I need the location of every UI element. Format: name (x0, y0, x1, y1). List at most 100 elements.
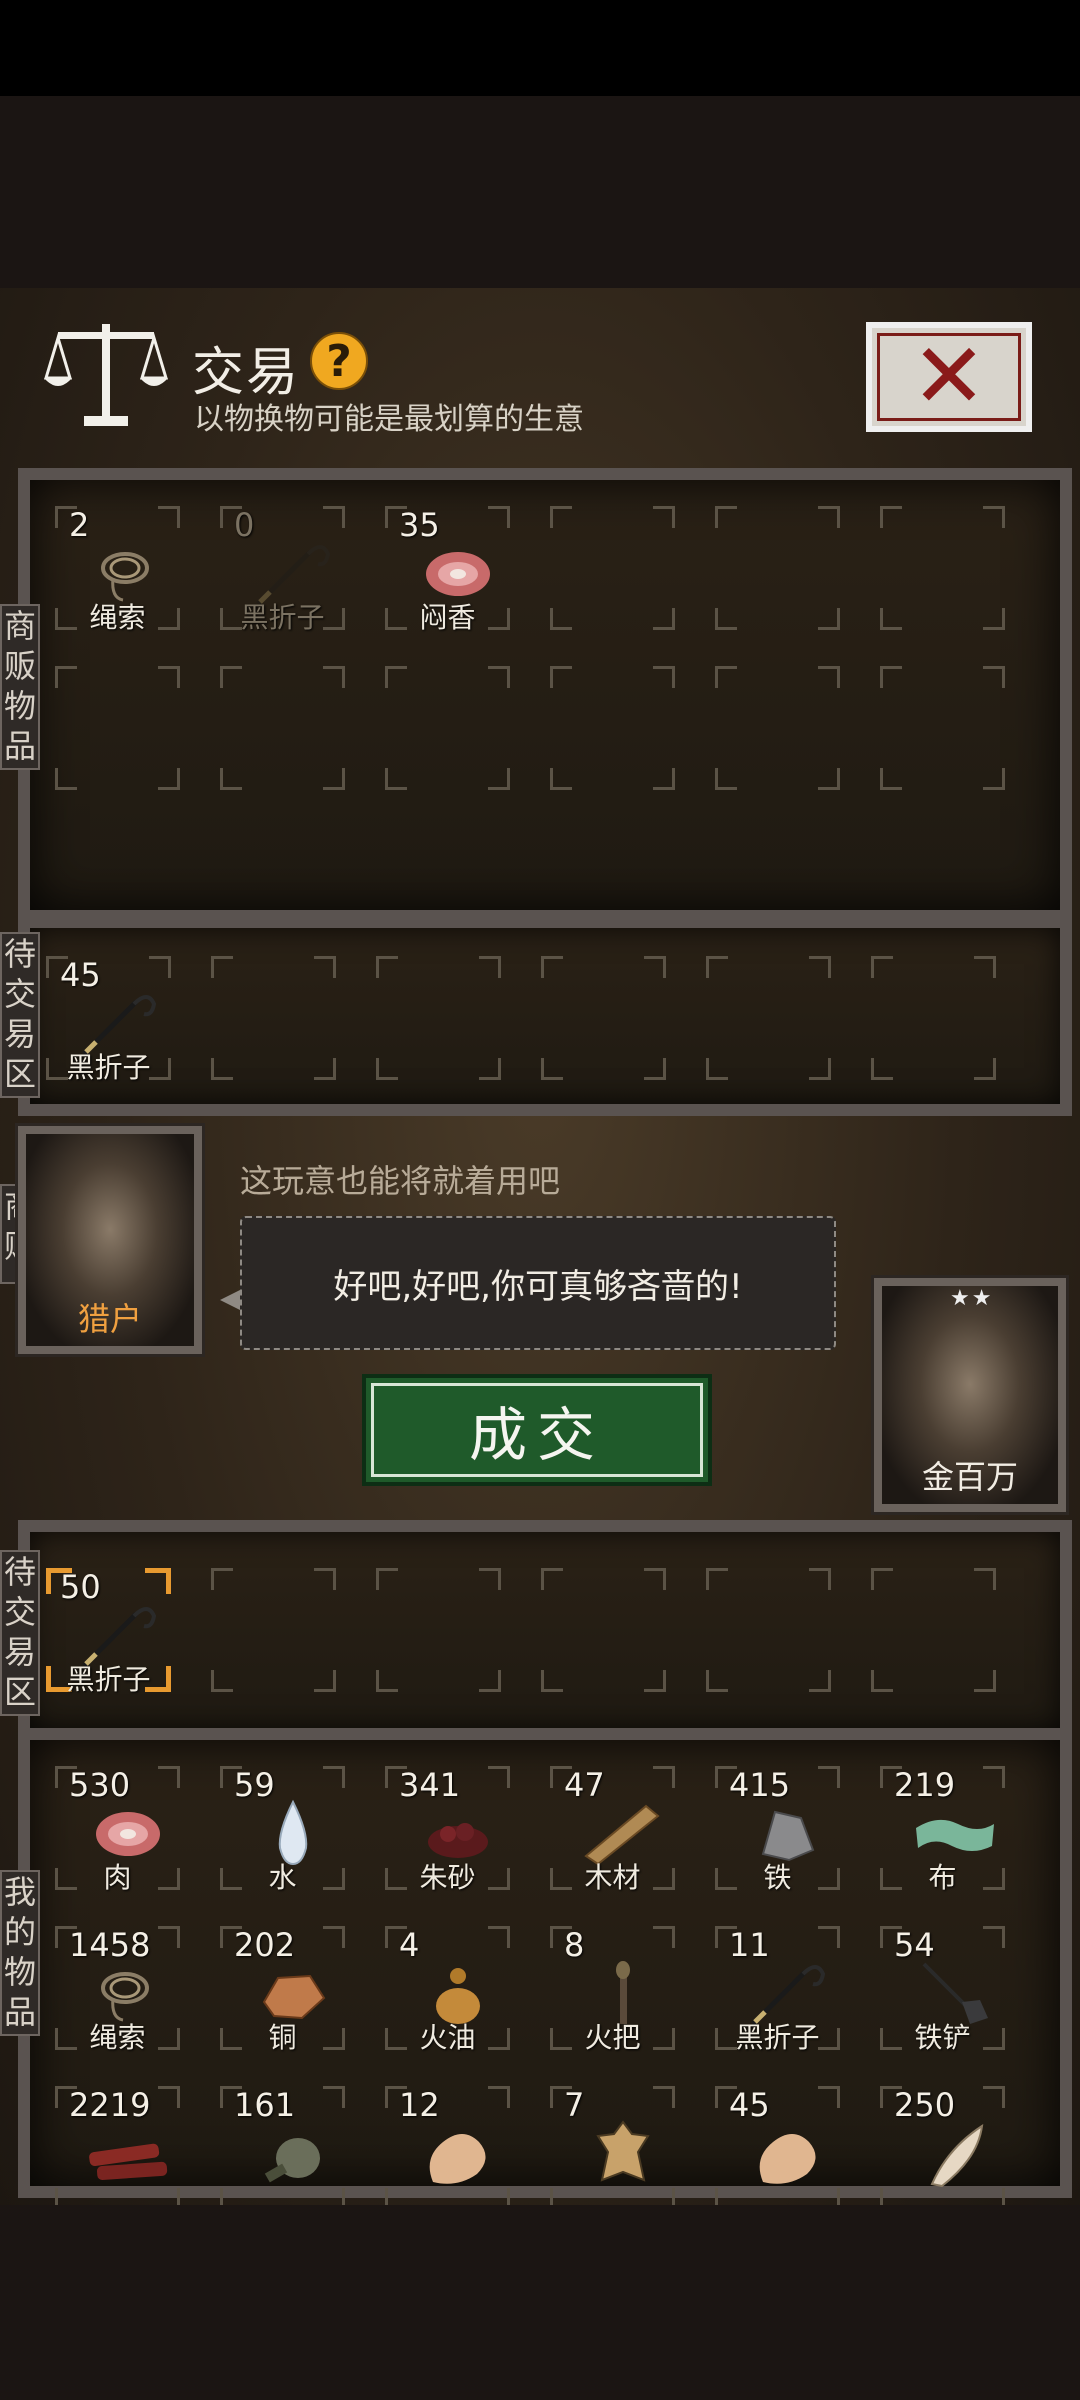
slot-corner (974, 1670, 996, 1692)
empty-slot[interactable] (851, 938, 1016, 1098)
item-slot[interactable]: 12 (365, 2068, 530, 2228)
slot-corner (479, 1670, 501, 1692)
item-slot[interactable]: 530 肉 (35, 1748, 200, 1908)
empty-slot[interactable] (521, 1550, 686, 1710)
slot-corner (376, 956, 398, 978)
item-count: 0 (234, 506, 255, 544)
slot-corner (706, 1568, 728, 1590)
item-slot[interactable]: 0 黑折子 (200, 488, 365, 648)
empty-slot[interactable] (365, 648, 530, 808)
item-name: 黑折子 (66, 1663, 151, 1696)
item-slot[interactable]: 7 (530, 2068, 695, 2228)
dialogue-bubble: 好吧,好吧,你可真够吝啬的! (240, 1216, 836, 1350)
slot-corner (653, 768, 675, 790)
item-slot[interactable]: 4 火油 (365, 1908, 530, 2068)
merchant-portrait[interactable]: 猎户 (18, 1126, 202, 1354)
empty-slot[interactable] (530, 488, 695, 648)
item-name: 肉 (103, 1861, 132, 1894)
item-slot[interactable]: 47 木材 (530, 1748, 695, 1908)
player-rank-stars: ★★ (950, 1286, 994, 1311)
player-portrait[interactable]: 金百万 (874, 1278, 1066, 1512)
slot-corner (871, 1568, 893, 1590)
slot-corner (158, 666, 180, 688)
slot-corner (211, 1058, 233, 1080)
item-name: 黑折子 (735, 2021, 820, 2054)
empty-slot[interactable] (35, 648, 200, 808)
slot-corner (818, 768, 840, 790)
slot-corner (376, 1058, 398, 1080)
slot-corner (550, 506, 572, 528)
empty-slot[interactable] (356, 1550, 521, 1710)
item-name: 铁 (763, 1861, 792, 1894)
empty-slot[interactable] (191, 938, 356, 1098)
slot-corner (488, 768, 510, 790)
item-count: 530 (69, 1766, 131, 1804)
slot-corner (809, 956, 831, 978)
merchant-pending-grid: 45 黑折子 (26, 938, 1016, 1098)
empty-slot[interactable] (686, 938, 851, 1098)
slot-corner (211, 956, 233, 978)
slot-corner (983, 1926, 1005, 1948)
item-slot[interactable]: 2 绳索 (35, 488, 200, 648)
deal-button[interactable]: 成交 (362, 1374, 712, 1486)
slot-corner (488, 2086, 510, 2108)
item-slot[interactable]: 341 朱砂 (365, 1748, 530, 1908)
slot-corner (541, 1670, 563, 1692)
empty-slot[interactable] (191, 1550, 356, 1710)
item-slot[interactable]: 250 (860, 2068, 1025, 2228)
item-slot[interactable]: 1458 绳索 (35, 1908, 200, 2068)
item-slot[interactable]: 45 黑折子 (26, 938, 191, 1098)
slot-corner (715, 506, 737, 528)
empty-slot[interactable] (860, 488, 1025, 648)
empty-slot[interactable] (356, 938, 521, 1098)
slot-corner (706, 956, 728, 978)
slot-corner (983, 666, 1005, 688)
slot-corner (488, 1766, 510, 1788)
item-slot[interactable]: 202 铜 (200, 1908, 365, 2068)
slot-corner (871, 1670, 893, 1692)
empty-slot[interactable] (530, 648, 695, 808)
slot-corner (488, 666, 510, 688)
empty-slot[interactable] (686, 1550, 851, 1710)
slot-corner (550, 666, 572, 688)
slot-corner (550, 768, 572, 790)
slot-corner (314, 1568, 336, 1590)
item-count: 50 (60, 1568, 101, 1606)
empty-slot[interactable] (695, 648, 860, 808)
close-button[interactable]: ✕ (866, 322, 1032, 432)
item-slot[interactable]: 161 (200, 2068, 365, 2228)
my-goods-grid: 530 肉 59 水 341 朱砂 47 木材 415 铁 219 布 1458 绳索 202 铜 4 火油 8 火把… (35, 1748, 1025, 2228)
item-slot[interactable]: 11 黑折子 (695, 1908, 860, 2068)
item-slot[interactable]: 50 黑折子 (26, 1550, 191, 1710)
item-slot[interactable]: 8 火把 (530, 1908, 695, 2068)
slot-corner (488, 1926, 510, 1948)
slot-corner (653, 506, 675, 528)
jerky-icon (83, 2118, 173, 2188)
slot-corner (158, 1926, 180, 1948)
balance-scale-icon (44, 324, 168, 426)
empty-slot[interactable] (860, 648, 1025, 808)
slot-corner (871, 1058, 893, 1080)
item-slot[interactable]: 219 布 (860, 1748, 1025, 1908)
item-slot[interactable]: 45 (695, 2068, 860, 2228)
help-icon[interactable]: ? (310, 332, 368, 390)
merchant-quote: 这玩意也能将就着用吧 (240, 1162, 561, 1200)
item-count: 11 (729, 1926, 770, 1964)
item-slot[interactable]: 54 铁铲 (860, 1908, 1025, 2068)
slot-corner (55, 666, 77, 688)
empty-slot[interactable] (851, 1550, 1016, 1710)
slot-corner (550, 608, 572, 630)
slot-corner (479, 1058, 501, 1080)
empty-slot[interactable] (695, 488, 860, 648)
item-count: 45 (729, 2086, 770, 2124)
empty-slot[interactable] (200, 648, 365, 808)
empty-slot[interactable] (521, 938, 686, 1098)
item-count: 219 (894, 1766, 956, 1804)
item-name: 木材 (584, 1861, 641, 1894)
item-slot[interactable]: 59 水 (200, 1748, 365, 1908)
item-slot[interactable]: 2219 (35, 2068, 200, 2228)
item-slot[interactable]: 35 闷香 (365, 488, 530, 648)
slot-corner (818, 666, 840, 688)
item-slot[interactable]: 415 铁 (695, 1748, 860, 1908)
player-pending-grid: 50 黑折子 (26, 1550, 1016, 1710)
